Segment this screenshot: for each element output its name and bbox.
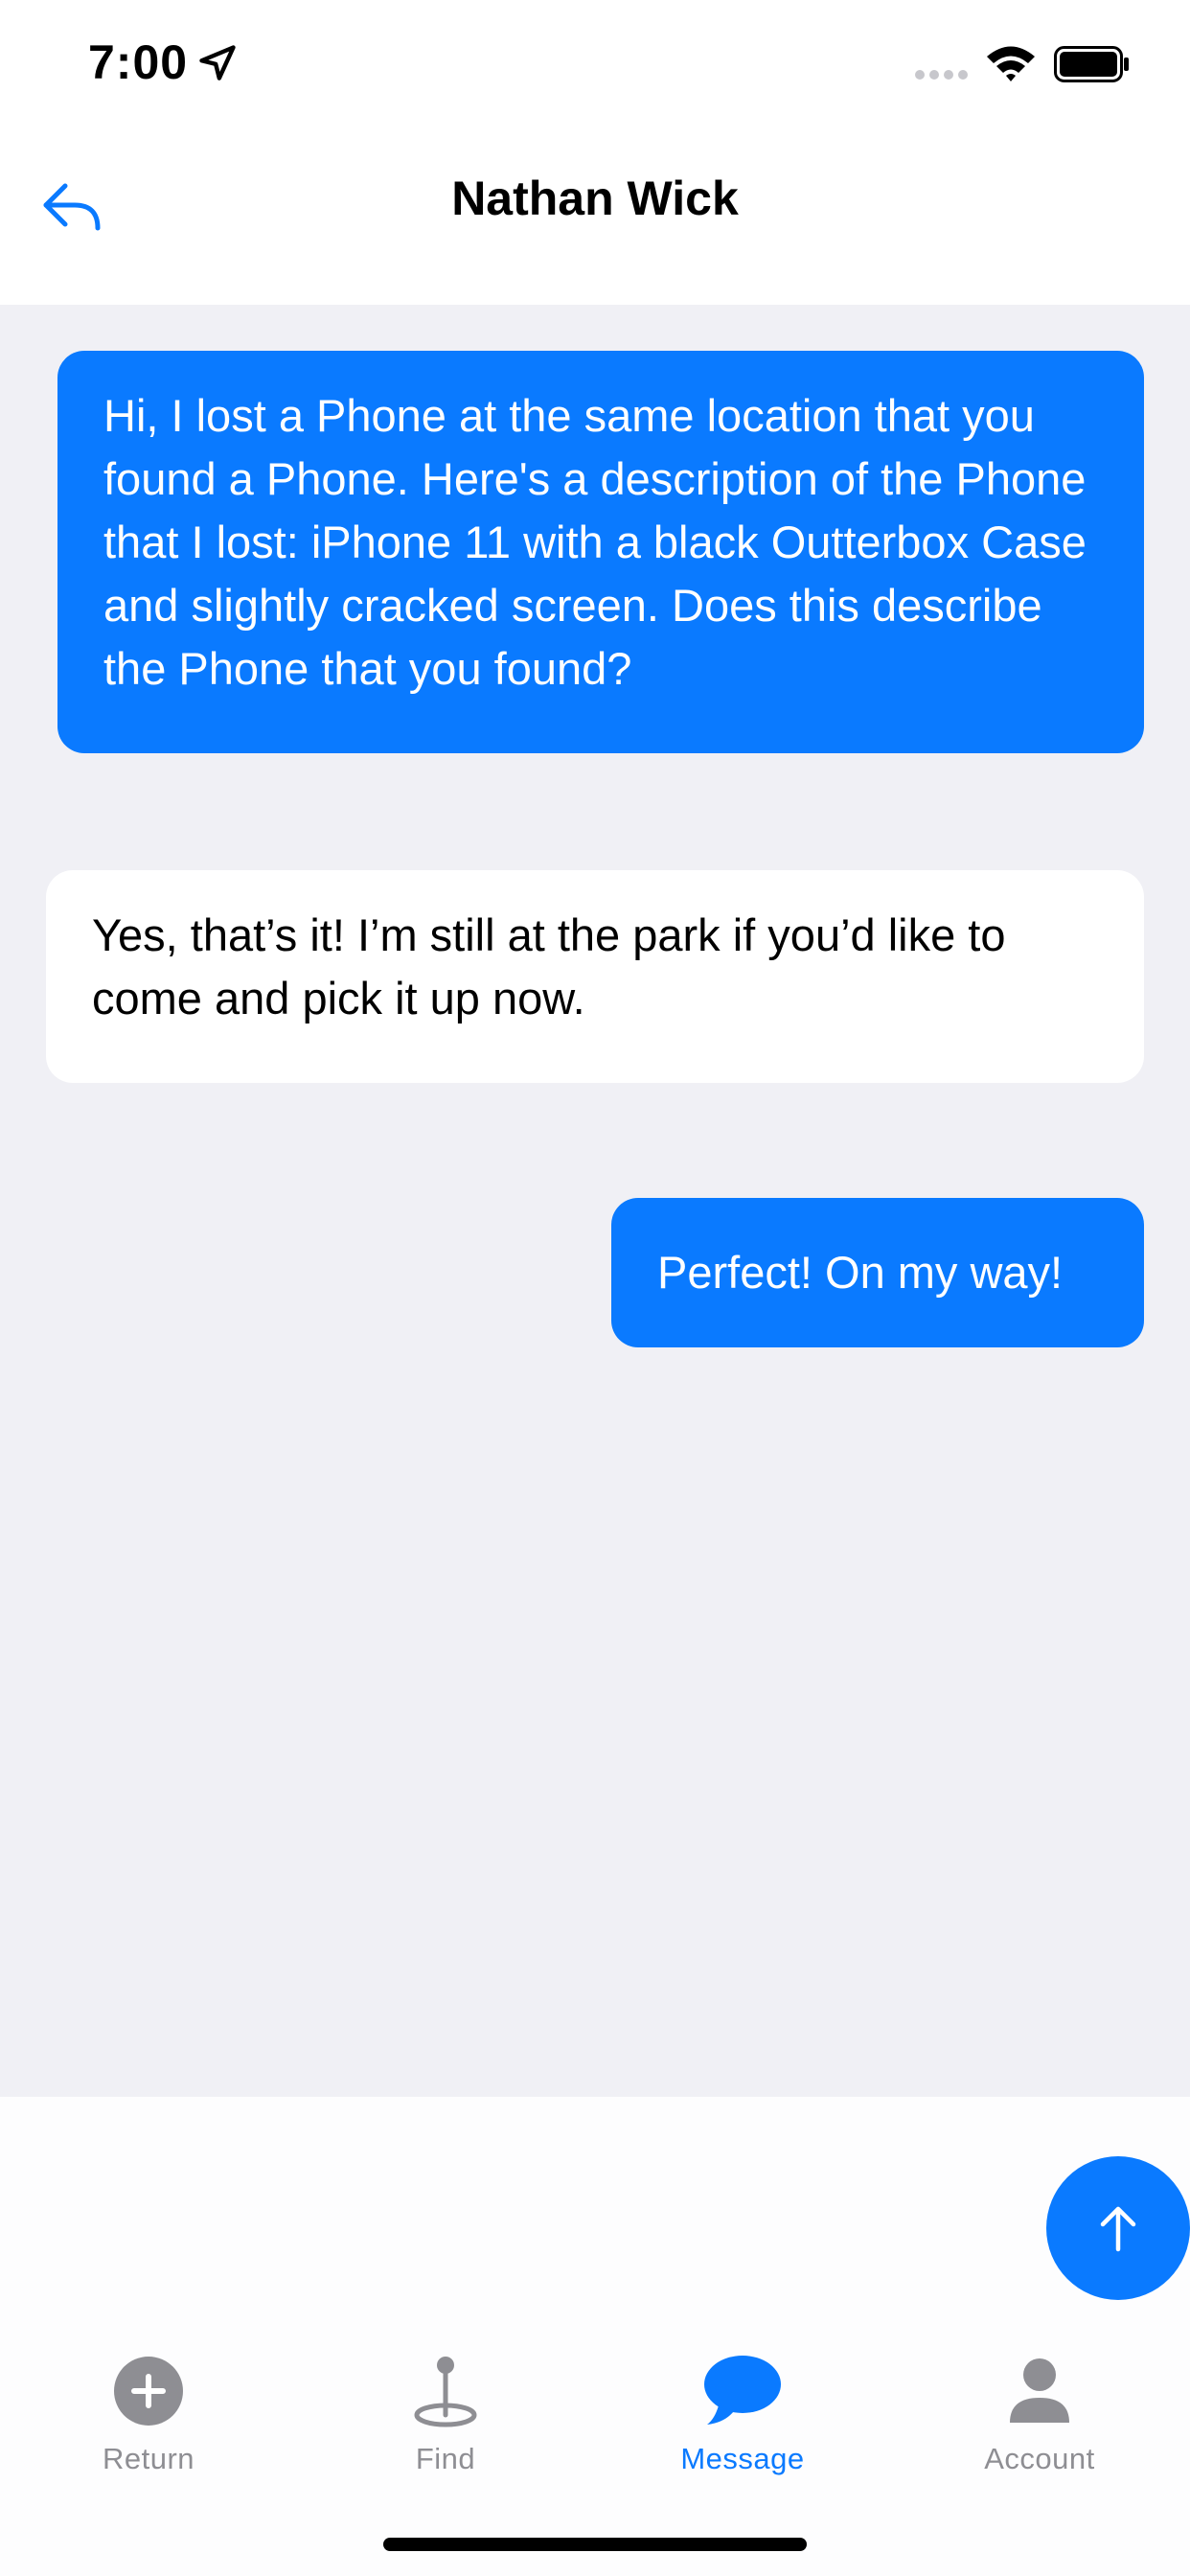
compose-area bbox=[0, 2097, 1190, 2346]
conversation-title: Nathan Wick bbox=[451, 172, 739, 225]
tab-label: Return bbox=[102, 2442, 195, 2475]
message-bubble-incoming: Yes, that’s it! I’m still at the park if… bbox=[46, 870, 1144, 1083]
status-bar: 7:00 bbox=[0, 0, 1190, 125]
chat-bubble-icon bbox=[704, 2356, 781, 2425]
send-button[interactable] bbox=[1046, 2156, 1190, 2300]
tab-label: Account bbox=[984, 2442, 1095, 2475]
message-bubble-outgoing: Hi, I lost a Phone at the same location … bbox=[57, 351, 1144, 753]
battery-icon bbox=[1054, 46, 1129, 82]
tab-message[interactable]: Message bbox=[594, 2348, 891, 2501]
message-bubble-outgoing: Perfect! On my way! bbox=[611, 1198, 1144, 1347]
map-pin-icon bbox=[414, 2357, 477, 2427]
tab-find[interactable]: Find bbox=[297, 2348, 594, 2501]
tab-label: Message bbox=[680, 2442, 805, 2475]
message-list[interactable]: Hi, I lost a Phone at the same location … bbox=[0, 305, 1190, 2097]
home-indicator bbox=[383, 2538, 807, 2551]
wifi-icon bbox=[987, 46, 1035, 81]
person-icon bbox=[1010, 2358, 1069, 2423]
nav-bar: Nathan Wick bbox=[0, 125, 1190, 305]
plus-circle-icon bbox=[114, 2357, 183, 2426]
tab-label: Find bbox=[415, 2442, 476, 2475]
tab-account[interactable]: Account bbox=[891, 2348, 1188, 2501]
tab-return[interactable]: Return bbox=[0, 2348, 297, 2501]
status-time: 7:00 bbox=[88, 35, 189, 89]
cellular-signal-icon bbox=[915, 67, 973, 84]
location-arrow-icon bbox=[199, 45, 236, 80]
arrow-up-icon bbox=[1100, 2206, 1136, 2252]
